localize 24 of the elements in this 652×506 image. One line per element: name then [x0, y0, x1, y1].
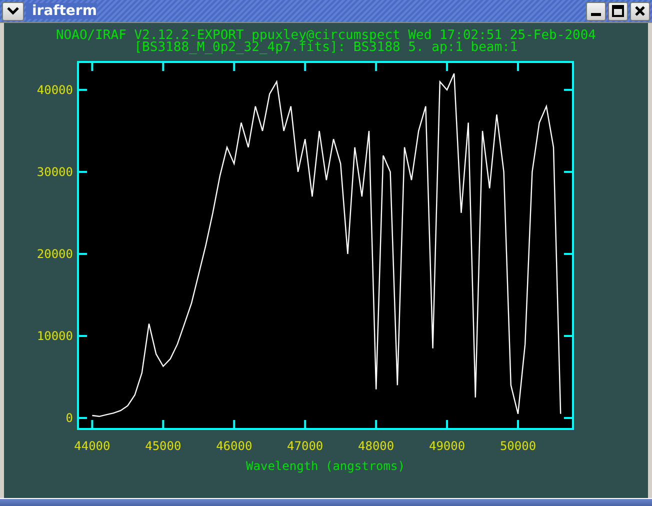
tick-label: 40000: [36, 82, 73, 97]
window-title: irafterm: [26, 3, 97, 19]
plot-title: [BS3188_M_0p2_32_4p7.fits]: BS3188 5. ap:1 beam:1: [134, 42, 518, 54]
tick-label: 20000: [36, 246, 73, 261]
tick-label: 47000: [287, 439, 324, 453]
minimize-icon: [591, 12, 601, 16]
tick-label: 10000: [36, 328, 73, 343]
maximize-button[interactable]: [608, 2, 628, 20]
tick-label: 0: [66, 411, 73, 425]
minimize-button[interactable]: [586, 2, 606, 20]
window-menu-button[interactable]: [2, 2, 24, 20]
close-icon: [634, 5, 646, 17]
tick-label: 45000: [145, 439, 182, 453]
axis-label: Wavelength (angstroms): [246, 459, 405, 473]
tick-label: 44000: [74, 439, 110, 453]
tick-label: 30000: [36, 164, 73, 179]
tick-label: 46000: [216, 439, 252, 453]
tick-label: 49000: [428, 439, 466, 453]
plot-title: NOAO/IRAF V2.12.2-EXPORT ppuxley@circumspect Wed 17:02:51 25-Feb-2004: [56, 30, 596, 42]
close-button[interactable]: [630, 2, 650, 20]
chevron-icon: [7, 6, 19, 16]
tick-label: 50000: [500, 439, 536, 453]
maximize-icon: [612, 5, 624, 17]
tick-label: 48000: [358, 439, 394, 453]
